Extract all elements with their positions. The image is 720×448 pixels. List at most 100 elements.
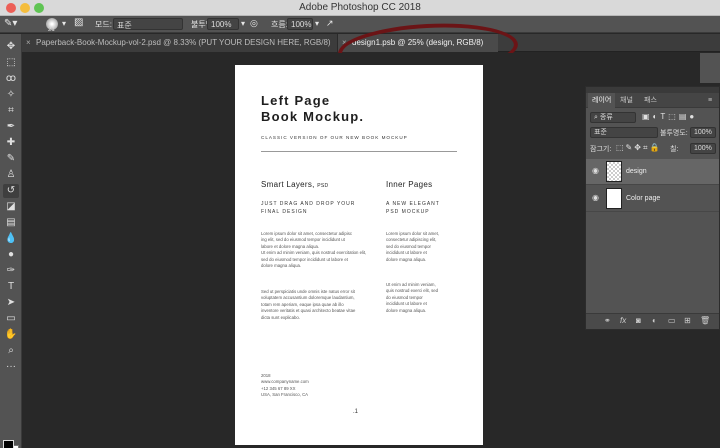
- fill-label: 칠:: [670, 146, 679, 153]
- lasso-tool-icon[interactable]: ꝏ: [3, 72, 19, 86]
- brush-tool-icon[interactable]: ✎▾: [4, 18, 17, 29]
- filter-row: ⌕ 종류 ▣◐T⬚▤●: [586, 111, 719, 125]
- chevron-down-icon[interactable]: ▾: [315, 19, 319, 28]
- brush-panel-icon[interactable]: ▨: [74, 17, 83, 28]
- tools-panel: ✥ ⬚ ꝏ ✧ ⌗ ✒ ✚ ✎ ♙ ↺ ◪ ▤ 💧 ● ✑ T ➤ ▭ ✋ ⌕ …: [0, 34, 22, 448]
- brush-size: 21: [48, 27, 55, 33]
- tab-label: Paperback-Book-Mockup-vol-2.psd @ 8.33% …: [36, 38, 331, 47]
- brush-tool-icon[interactable]: ✎: [3, 152, 19, 166]
- title-line-2: Book Mockup.: [261, 109, 365, 124]
- history-brush-tool-icon[interactable]: ↺: [3, 184, 19, 198]
- dodge-tool-icon[interactable]: ●: [3, 248, 19, 262]
- document-canvas[interactable]: Left Page Book Mockup. CLASSIC VERSION O…: [235, 65, 483, 445]
- layer-thumbnail: [606, 161, 622, 182]
- move-tool-icon[interactable]: ✥: [3, 40, 19, 54]
- flow-label: 흐름:: [271, 20, 288, 29]
- right-caps-line: PSD MOCKUP: [386, 209, 430, 215]
- text-line: inventore veritatis et quasi architecto …: [261, 308, 356, 314]
- tab-layers[interactable]: 레이어: [588, 93, 616, 108]
- layer-name: design: [626, 168, 647, 175]
- healing-tool-icon[interactable]: ✚: [3, 136, 19, 150]
- left-heading-small: PSD: [317, 183, 329, 189]
- panel-collapse-strip[interactable]: [700, 53, 720, 83]
- trash-icon[interactable]: 🗑: [700, 316, 710, 325]
- type-tool-icon[interactable]: T: [3, 280, 19, 294]
- visibility-eye-icon[interactable]: ◉: [592, 193, 599, 202]
- eraser-tool-icon[interactable]: ◪: [3, 200, 19, 214]
- photoshop-window: Adobe Photoshop CC 2018 ✎▾ 21 ▾ ▨ 모드: 표준…: [0, 0, 720, 448]
- left-caps-line: FINAL DESIGN: [261, 209, 308, 215]
- close-icon[interactable]: ×: [26, 34, 31, 52]
- quick-select-tool-icon[interactable]: ✧: [3, 88, 19, 102]
- text-line: voluptatem accusantium doloremque laudan…: [261, 295, 355, 301]
- left-column-heading: Smart Layers, PSD: [261, 180, 328, 189]
- mode-label: 모드:: [95, 20, 112, 29]
- text-line: dolore magna aliqua.: [386, 307, 427, 313]
- text-line: Ut enim ad minim veniam, quis nostrud ex…: [261, 250, 367, 256]
- opacity-input[interactable]: 100%: [207, 18, 239, 30]
- eyedropper-tool-icon[interactable]: ✒: [3, 120, 19, 134]
- shape-tool-icon[interactable]: ▭: [3, 312, 19, 326]
- panel-menu-icon[interactable]: ≡: [704, 93, 716, 108]
- text-line: dicta sunt explicabo.: [261, 314, 300, 320]
- foreground-color-swatch[interactable]: [3, 440, 14, 448]
- adjustment-icon[interactable]: ◐: [652, 316, 657, 325]
- group-folder-icon[interactable]: ▭: [668, 316, 676, 325]
- path-select-tool-icon[interactable]: ➤: [3, 296, 19, 310]
- left-body-2: Sed ut perspiciatis unde omnis iste natu…: [261, 289, 355, 321]
- new-layer-icon[interactable]: ⊞: [684, 316, 691, 325]
- tab-paperback-mockup[interactable]: × Paperback-Book-Mockup-vol-2.psd @ 8.33…: [22, 34, 338, 52]
- stamp-tool-icon[interactable]: ♙: [3, 168, 19, 182]
- blend-row: 표준 불투명도: 100%: [586, 126, 719, 140]
- tab-paths[interactable]: 패스: [640, 93, 661, 108]
- left-heading-text: Smart Layers,: [261, 180, 315, 189]
- left-caps-line: JUST DRAG AND DROP YOUR: [261, 201, 356, 207]
- page-number: .1: [353, 409, 359, 415]
- link-icon[interactable]: ⚭: [604, 316, 611, 325]
- right-column-heading: Inner Pages: [386, 180, 433, 189]
- chevron-down-icon[interactable]: ▾: [62, 19, 66, 28]
- tab-channels[interactable]: 채널: [616, 93, 637, 108]
- divider: [261, 151, 457, 152]
- mask-icon[interactable]: ◙: [636, 316, 641, 325]
- crop-tool-icon[interactable]: ⌗: [3, 104, 19, 118]
- lock-icons[interactable]: ⬚✎✥⌗🔒: [616, 143, 661, 153]
- text-line: quis nostrud exerci elit, sed: [386, 288, 439, 294]
- text-line: consectetur adipiscing elit,: [386, 237, 437, 243]
- layer-opacity-input[interactable]: 100%: [690, 127, 716, 138]
- filter-kind-select[interactable]: ⌕ 종류: [590, 112, 636, 123]
- text-line: dolore magna aliqua.: [386, 256, 427, 262]
- layer-row-design[interactable]: ◉ design: [586, 159, 719, 185]
- panel-tabs: 레이어 채널 패스 ≡: [586, 93, 719, 108]
- zoom-tool-icon[interactable]: ⌕: [3, 344, 19, 358]
- fill-input[interactable]: 100%: [690, 143, 716, 154]
- right-body-1: Lorem ipsum dolor sit amet, consectetur …: [386, 231, 439, 263]
- filter-icons[interactable]: ▣◐T⬚▤●: [642, 112, 697, 121]
- right-caps: A NEW ELEGANT PSD MOCKUP: [386, 200, 486, 216]
- airbrush-icon[interactable]: ↗: [326, 18, 334, 29]
- flow-input[interactable]: 100%: [287, 18, 313, 30]
- document-tab-bar: × Paperback-Book-Mockup-vol-2.psd @ 8.33…: [22, 19, 720, 79]
- blur-tool-icon[interactable]: 💧: [3, 232, 19, 246]
- more-tools-icon[interactable]: ···: [3, 360, 19, 374]
- marquee-tool-icon[interactable]: ⬚: [3, 56, 19, 70]
- fx-icon[interactable]: fx: [620, 316, 626, 325]
- layers-panel: 레이어 채널 패스 ≡ ⌕ 종류 ▣◐T⬚▤● 표준 불투명도: 100% 잠그…: [585, 86, 720, 330]
- blend-mode-select[interactable]: 표준: [590, 127, 658, 138]
- lock-label: 잠그기:: [590, 146, 612, 153]
- right-caps-line: A NEW ELEGANT: [386, 201, 440, 207]
- page-title: Left Page Book Mockup.: [261, 93, 364, 125]
- visibility-eye-icon[interactable]: ◉: [592, 166, 599, 175]
- filter-kind-label: 종류: [599, 114, 613, 121]
- chevron-down-icon[interactable]: ▾: [241, 19, 245, 28]
- hand-tool-icon[interactable]: ✋: [3, 328, 19, 342]
- text-line: dolore magna aliqua.: [261, 263, 302, 269]
- pen-tool-icon[interactable]: ✑: [3, 264, 19, 278]
- layers-panel-footer: ⚭ fx ◙ ◐ ▭ ⊞ 🗑: [586, 313, 719, 329]
- mode-select[interactable]: 표준: [113, 18, 183, 30]
- gradient-tool-icon[interactable]: ▤: [3, 216, 19, 230]
- pressure-opacity-icon[interactable]: ◎: [250, 18, 258, 29]
- window-title: Adobe Photoshop CC 2018: [299, 2, 421, 13]
- title-line-1: Left Page: [261, 93, 331, 108]
- layer-row-color-page[interactable]: ◉ Color page: [586, 186, 719, 212]
